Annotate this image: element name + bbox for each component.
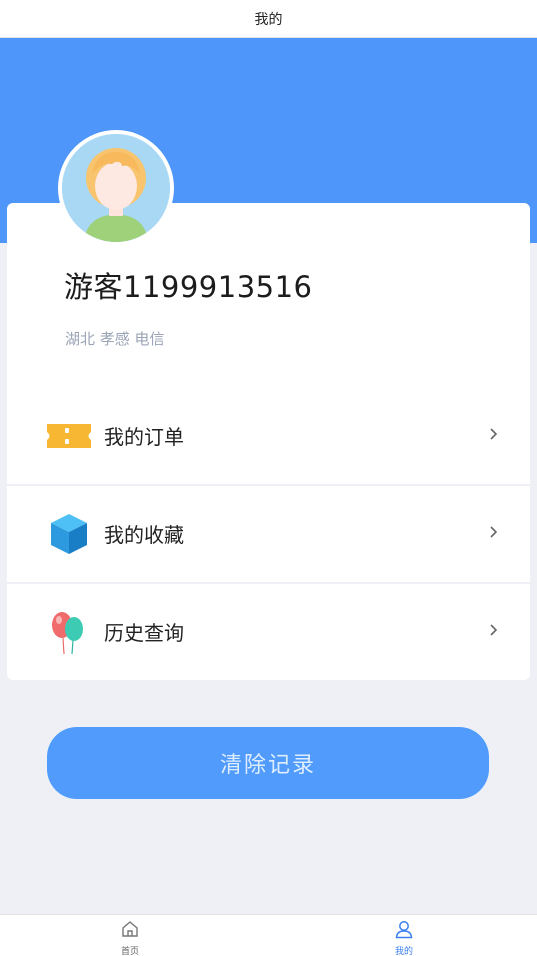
menu-item-favorites[interactable]: 我的收藏 (7, 486, 530, 582)
balloons-icon (45, 608, 93, 656)
top-title-bar: 我的 (0, 0, 537, 38)
menu-label-orders: 我的订单 (104, 425, 184, 449)
menu-item-history[interactable]: 历史查询 (7, 584, 530, 680)
clear-records-button[interactable]: 清除记录 (47, 727, 489, 799)
chevron-right-icon (488, 522, 500, 542)
page-title: 我的 (254, 11, 283, 28)
home-icon (120, 919, 140, 943)
user-icon (394, 919, 414, 943)
menu-label-history: 历史查询 (104, 621, 184, 645)
username: 游客1199913516 (64, 270, 313, 304)
bottom-tab-bar: 首页 我的 (0, 914, 537, 956)
cube-icon (45, 510, 93, 558)
user-location: 湖北 孝感 电信 (65, 330, 165, 348)
ticket-icon (45, 412, 93, 460)
tab-mine[interactable]: 我的 (374, 919, 434, 956)
avatar[interactable] (58, 130, 174, 246)
tab-mine-label: 我的 (394, 947, 413, 956)
menu-item-orders[interactable]: 我的订单 (7, 388, 530, 484)
chevron-right-icon (488, 620, 500, 640)
menu-label-favorites: 我的收藏 (104, 523, 184, 547)
chevron-right-icon (488, 424, 500, 444)
tab-home-label: 首页 (120, 947, 139, 956)
avatar-icon (62, 134, 170, 242)
tab-home[interactable]: 首页 (100, 919, 160, 956)
